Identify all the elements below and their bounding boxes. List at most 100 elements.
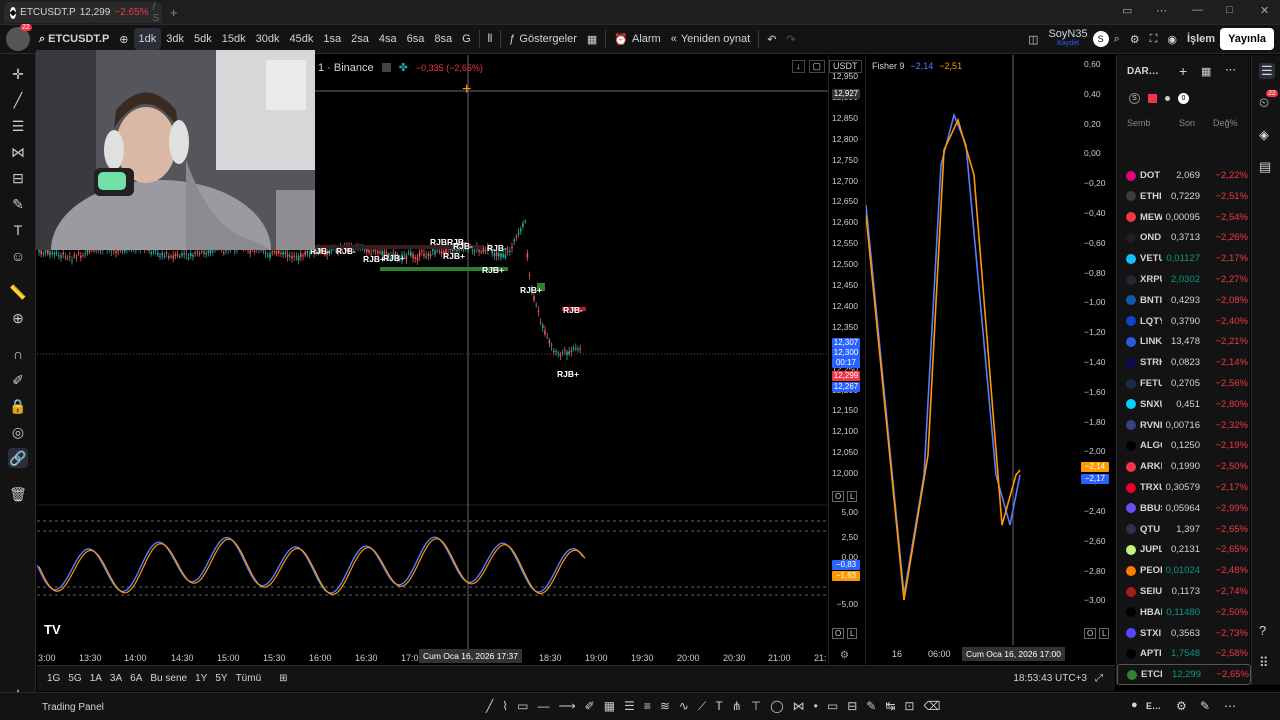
trading-panel-tab[interactable]: Trading Panel bbox=[42, 702, 104, 713]
watchlist-row[interactable]: FETU 0,2705 −2,56% bbox=[1117, 373, 1251, 394]
symbol-search[interactable]: ⌕ ETCUSDT.P bbox=[34, 28, 114, 50]
header-change[interactable]: Değ% bbox=[1213, 118, 1238, 132]
channel-icon[interactable]: ≋ bbox=[660, 699, 670, 714]
brush-icon[interactable]: ✎ bbox=[8, 194, 28, 214]
watchlist-layout-icon[interactable]: ▦ bbox=[1201, 65, 1211, 78]
grid-menu-icon[interactable]: ⠿ bbox=[1259, 655, 1269, 671]
redo-icon[interactable]: ↷ bbox=[781, 28, 800, 50]
clock[interactable]: 18:53:43 UTC+3 bbox=[1009, 673, 1091, 684]
curve-icon[interactable]: ∿ bbox=[679, 699, 689, 714]
fib-icon[interactable]: ≡ bbox=[644, 699, 651, 714]
zero-flag-icon[interactable]: 0 bbox=[1178, 93, 1189, 104]
maximize-button[interactable]: □ bbox=[1226, 4, 1233, 16]
alerts-clock-icon[interactable]: ⏲ bbox=[1259, 95, 1269, 111]
red-flag-icon[interactable] bbox=[1148, 94, 1157, 103]
fisher-canvas[interactable] bbox=[866, 55, 1116, 665]
more-icon[interactable]: ⋯ bbox=[1225, 63, 1236, 76]
log-scale-button[interactable]: L bbox=[847, 491, 858, 502]
pen-icon[interactable]: ✎ bbox=[866, 699, 876, 714]
chart-tab[interactable]: ◆ ETCUSDT.P 12,299 −2.65% / S bbox=[4, 2, 162, 24]
range-button[interactable]: 6A bbox=[126, 673, 146, 684]
watchlist-row[interactable]: PEOI 0,01024 −2,48% bbox=[1117, 560, 1251, 581]
settings-icon[interactable]: ⚙ bbox=[840, 650, 849, 661]
maximize-pane-icon[interactable]: ▢ bbox=[808, 60, 826, 73]
fullscreen-icon[interactable]: ⛶ bbox=[1145, 28, 1163, 50]
dot-icon[interactable] bbox=[1165, 96, 1170, 101]
watchlist-row[interactable]: STXI 0,3563 −2,73% bbox=[1117, 623, 1251, 644]
replay-button[interactable]: «Yeniden oynat bbox=[666, 28, 755, 50]
watchlist-row[interactable]: ETCI 12,299 −2,65% bbox=[1117, 664, 1251, 686]
interval-5dk[interactable]: 5dk bbox=[189, 28, 217, 50]
help-icon[interactable]: ? bbox=[1259, 623, 1266, 638]
settings-icon[interactable]: ⚙ bbox=[1125, 28, 1145, 50]
zoom-icon[interactable]: ⊕ bbox=[8, 308, 28, 328]
osc-log-scale-button[interactable]: L bbox=[847, 628, 858, 639]
brush-icon[interactable]: ✐ bbox=[585, 699, 595, 714]
hline-icon[interactable]: — bbox=[537, 699, 549, 714]
osc-log-toggle-button[interactable]: O bbox=[832, 628, 845, 639]
compare-icon[interactable]: ⊕ bbox=[114, 28, 133, 50]
watchlist-row[interactable]: LQTY 0,3790 −2,40% bbox=[1117, 311, 1251, 332]
trendline-icon[interactable]: ╱ bbox=[8, 90, 28, 110]
edit-icon[interactable]: ✎ bbox=[1200, 699, 1210, 713]
price-axis[interactable]: 12,95012,90012,85012,80012,75012,70012,6… bbox=[828, 55, 864, 665]
add-symbol-icon[interactable]: + bbox=[1179, 63, 1187, 79]
header-last[interactable]: Son bbox=[1179, 118, 1213, 132]
interval-6sa[interactable]: 6sa bbox=[402, 28, 430, 50]
range-button[interactable]: 1G bbox=[43, 673, 64, 684]
measure-icon[interactable]: ⊟ bbox=[847, 699, 857, 714]
measure-icon[interactable]: ⊟ bbox=[8, 168, 28, 188]
more-icon[interactable]: ⋯ bbox=[1156, 4, 1167, 17]
interval-30dk[interactable]: 30dk bbox=[251, 28, 285, 50]
lines-icon[interactable]: ☰ bbox=[8, 116, 28, 136]
text-icon[interactable]: T bbox=[8, 220, 28, 240]
watchlist-row[interactable]: QTU 1,397 −2,65% bbox=[1117, 519, 1251, 540]
interval-1sa[interactable]: 1sa bbox=[318, 28, 346, 50]
minimize-button[interactable]: — bbox=[1192, 4, 1203, 16]
watchlist-row[interactable]: STRK 0,0823 −2,14% bbox=[1117, 352, 1251, 373]
arrows-icon[interactable]: ↹ bbox=[885, 699, 895, 714]
callout-icon[interactable]: ▭ bbox=[517, 699, 528, 714]
trendline-icon[interactable]: ╱ bbox=[486, 699, 493, 714]
interval-8sa[interactable]: 8sa bbox=[429, 28, 457, 50]
undo-icon[interactable]: ↶ bbox=[762, 28, 781, 50]
path-icon[interactable]: ⟋ bbox=[698, 699, 706, 714]
dot-icon[interactable]: • bbox=[814, 699, 818, 714]
publish-button[interactable]: Yayınla bbox=[1220, 28, 1274, 50]
layout-icon[interactable]: ◫ bbox=[1023, 28, 1043, 50]
grid-icon[interactable]: ▦ bbox=[604, 699, 615, 714]
circle-icon[interactable]: ◯ bbox=[770, 699, 783, 714]
layers-icon[interactable]: ◈ bbox=[1259, 127, 1269, 143]
link-icon[interactable]: 🔗 bbox=[8, 448, 28, 468]
s-flag-icon[interactable]: S bbox=[1129, 93, 1140, 104]
watchlist-row[interactable]: BNTI 0,4293 −2,08% bbox=[1117, 290, 1251, 311]
watchlist-row[interactable]: SNXU 0,451 −2,80% bbox=[1117, 394, 1251, 415]
magnet-icon[interactable]: ∩ bbox=[8, 344, 28, 364]
note-icon[interactable]: ▭ bbox=[827, 699, 838, 714]
watchlist-row[interactable]: HBAI 0,11480 −2,50% bbox=[1117, 602, 1251, 623]
search-icon[interactable]: ⌕ bbox=[1109, 28, 1125, 50]
collapse-icon[interactable]: ⤢ bbox=[1091, 673, 1107, 684]
trade-button[interactable]: İşlem bbox=[1182, 28, 1220, 50]
range-button[interactable]: 5Y bbox=[211, 673, 231, 684]
chat-icon[interactable]: ▤ bbox=[1259, 159, 1271, 175]
eye-icon[interactable]: ◎ bbox=[8, 422, 28, 442]
watchlist-icon[interactable]: ☰ bbox=[1259, 63, 1275, 79]
interval-G[interactable]: G bbox=[457, 28, 476, 50]
trash-icon[interactable]: 🗑 bbox=[8, 484, 28, 504]
text-icon[interactable]: T bbox=[715, 699, 722, 714]
watchlist-row[interactable]: XRPU 2,0302 −2,27% bbox=[1117, 269, 1251, 290]
pitchfork-icon[interactable]: ⋔ bbox=[732, 699, 742, 714]
range-button[interactable]: 5G bbox=[64, 673, 85, 684]
ruler-icon[interactable]: ⊡ bbox=[904, 699, 914, 714]
watchlist-row[interactable]: JUPL 0,2131 −2,65% bbox=[1117, 539, 1251, 560]
watchlist-row[interactable]: OND 0,3713 −2,26% bbox=[1117, 227, 1251, 248]
avatar[interactable]: 22 bbox=[6, 24, 32, 51]
lock-icon[interactable]: 🔒 bbox=[8, 396, 28, 416]
pattern-icon[interactable]: ⋈ bbox=[793, 699, 805, 714]
lines-icon[interactable]: ☰ bbox=[624, 699, 635, 714]
watchlist-name[interactable]: DAR… bbox=[1127, 66, 1159, 77]
new-tab-icon[interactable]: + bbox=[170, 5, 178, 20]
camera-icon[interactable]: ◉ bbox=[1162, 28, 1182, 50]
fisher-log-scale-button[interactable]: L bbox=[1099, 628, 1110, 639]
